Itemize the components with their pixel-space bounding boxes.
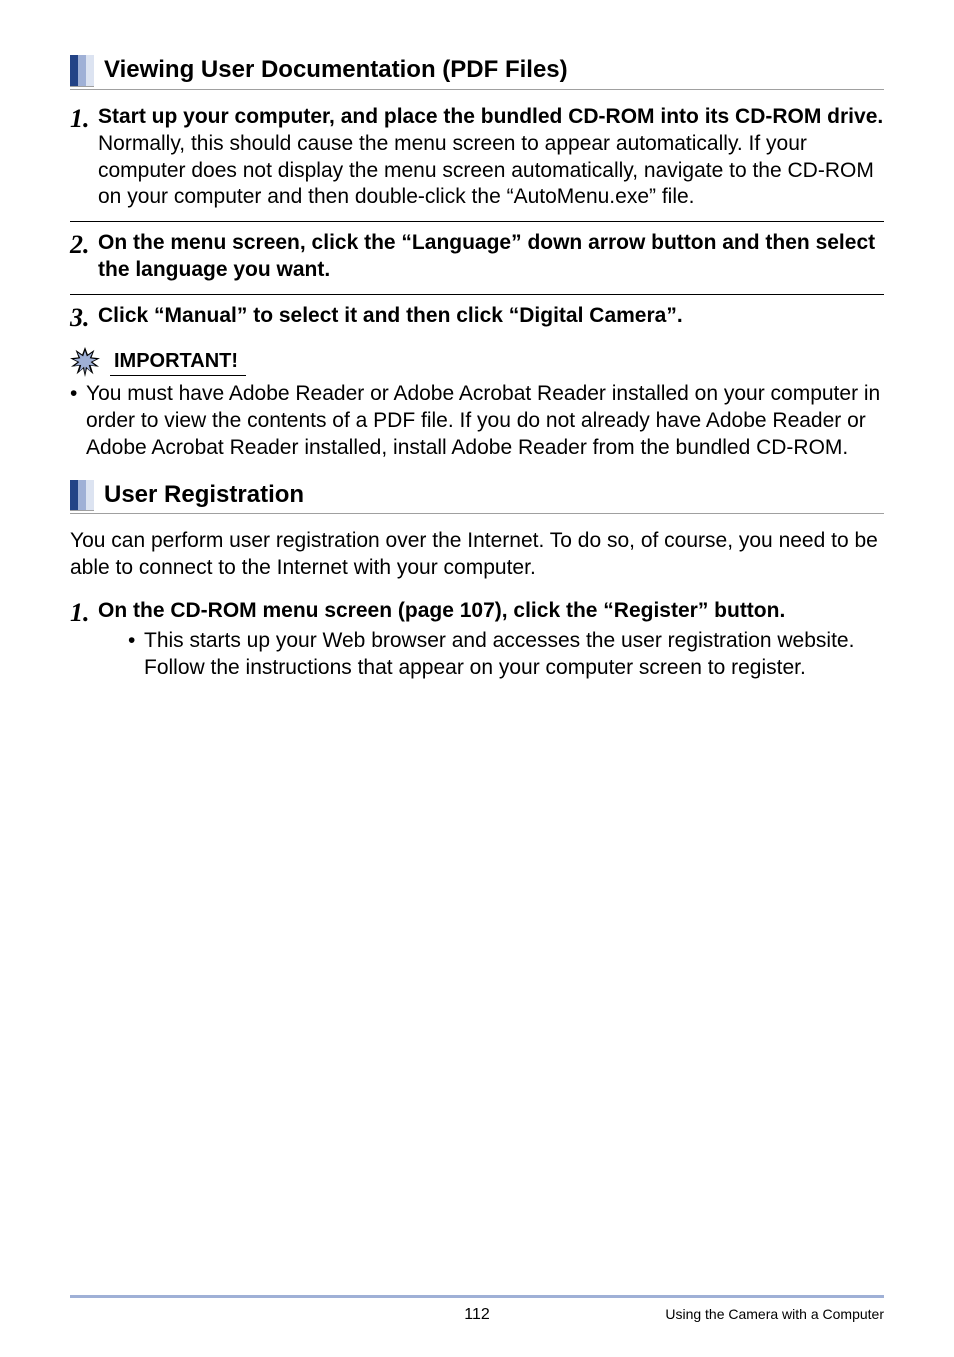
section2-step-1-number: 1. — [70, 598, 98, 682]
important-row: IMPORTANT! — [70, 347, 884, 377]
step-3: 3. Click “Manual” to select it and then … — [70, 303, 884, 331]
section2-intro: You can perform user registration over t… — [70, 528, 884, 582]
important-bullet-text: You must have Adobe Reader or Adobe Acro… — [86, 381, 884, 462]
section2-step-1-body: On the CD-ROM menu screen (page 107), cl… — [98, 598, 884, 682]
step-1-title: Start up your computer, and place the bu… — [98, 104, 884, 131]
step-1-desc: Normally, this should cause the menu scr… — [98, 131, 884, 212]
step-3-number: 3. — [70, 303, 98, 331]
burst-icon — [70, 347, 100, 377]
footer-divider — [70, 1295, 884, 1298]
section2-step-1: 1. On the CD-ROM menu screen (page 107),… — [70, 598, 884, 682]
important-bullet: • You must have Adobe Reader or Adobe Ac… — [70, 381, 884, 462]
step-1-number: 1. — [70, 104, 98, 212]
important-label: IMPORTANT! — [110, 348, 246, 376]
bullet-dot-icon: • — [128, 628, 144, 682]
section2-step-1-sub-text: This starts up your Web browser and acce… — [144, 628, 884, 682]
section2-step-1-title: On the CD-ROM menu screen (page 107), cl… — [98, 598, 884, 625]
section-heading-viewing-docs: Viewing User Documentation (PDF Files) — [70, 55, 884, 90]
step-1-body: Start up your computer, and place the bu… — [98, 104, 884, 212]
section-bar-icon — [70, 55, 94, 87]
section-heading-text: User Registration — [102, 480, 884, 512]
divider — [70, 294, 884, 295]
step-1: 1. Start up your computer, and place the… — [70, 104, 884, 212]
page-number: 112 — [464, 1306, 490, 1324]
step-2-body: On the menu screen, click the “Language”… — [98, 230, 884, 284]
section-heading-user-registration: User Registration — [70, 480, 884, 515]
step-2: 2. On the menu screen, click the “Langua… — [70, 230, 884, 284]
step-3-body: Click “Manual” to select it and then cli… — [98, 303, 884, 331]
footer-right-text: Using the Camera with a Computer — [665, 1306, 884, 1322]
page-content: Viewing User Documentation (PDF Files) 1… — [0, 0, 954, 682]
section-heading-text: Viewing User Documentation (PDF Files) — [102, 55, 884, 87]
section-bar-icon — [70, 480, 94, 512]
divider — [70, 221, 884, 222]
bullet-dot-icon: • — [70, 381, 86, 462]
page-footer: 112 Using the Camera with a Computer — [70, 1295, 884, 1322]
step-2-title: On the menu screen, click the “Language”… — [98, 230, 884, 284]
section2-step-1-subbullet: • This starts up your Web browser and ac… — [128, 628, 884, 682]
step-2-number: 2. — [70, 230, 98, 284]
step-3-title: Click “Manual” to select it and then cli… — [98, 303, 884, 330]
